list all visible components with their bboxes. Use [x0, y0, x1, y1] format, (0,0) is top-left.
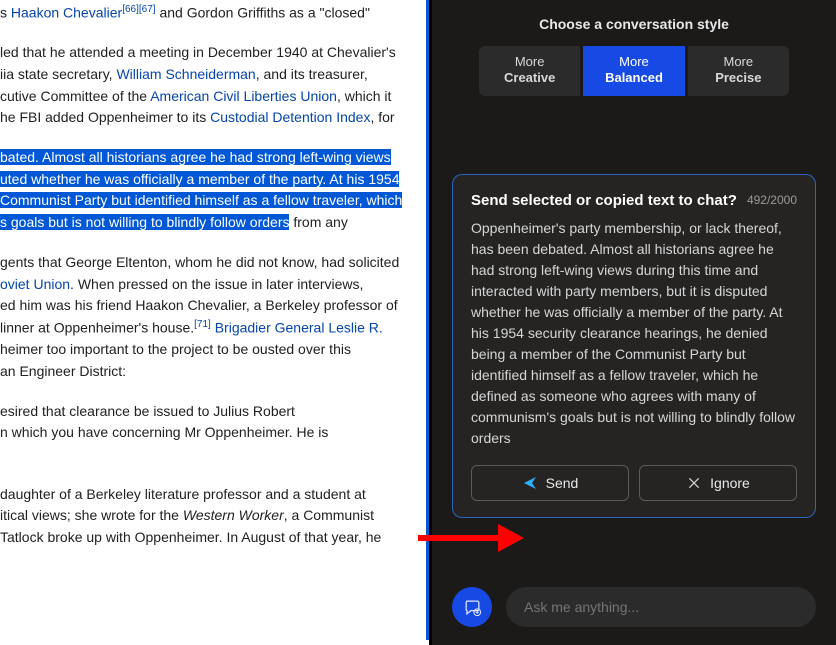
card-title: Send selected or copied text to chat?	[471, 191, 737, 211]
char-count: 492/2000	[747, 193, 797, 207]
link-custodial-detention[interactable]: Custodial Detention Index	[210, 109, 370, 125]
reference-71[interactable]: [71]	[194, 319, 211, 330]
paragraph: daughter of a Berkeley literature profes…	[0, 484, 419, 549]
chat-sidebar: Choose a conversation style More Creativ…	[432, 0, 836, 645]
reference-66[interactable]: [66]	[122, 4, 139, 15]
paragraph-highlighted: bated. Almost all historians agree he ha…	[0, 147, 419, 234]
send-icon	[522, 475, 538, 491]
conversation-style-header: Choose a conversation style	[440, 16, 828, 32]
send-button[interactable]: Send	[471, 465, 629, 501]
style-balanced-button[interactable]: More Balanced	[583, 46, 684, 96]
link-aclu[interactable]: American Civil Liberties Union	[150, 88, 337, 104]
link-soviet-union[interactable]: oviet Union	[0, 276, 70, 292]
link-schneiderman[interactable]: William Schneiderman	[116, 66, 255, 82]
chat-input[interactable]	[506, 587, 816, 627]
send-selection-card: Send selected or copied text to chat? 49…	[452, 174, 816, 519]
new-topic-button[interactable]	[452, 587, 492, 627]
paragraph: gents that George Eltenton, whom he did …	[0, 252, 419, 383]
paragraph: esired that clearance be issued to Juliu…	[0, 401, 419, 444]
article-pane: s Haakon Chevalier[66][67] and Gordon Gr…	[0, 0, 432, 645]
card-body-text: Oppenheimer's party membership, or lack …	[471, 218, 797, 449]
chat-plus-icon	[463, 598, 482, 617]
paragraph: s Haakon Chevalier[66][67] and Gordon Gr…	[0, 2, 419, 24]
style-creative-button[interactable]: More Creative	[479, 46, 580, 96]
scrollbar-thumb[interactable]	[426, 0, 429, 640]
ignore-button[interactable]: Ignore	[639, 465, 797, 501]
link-leslie-groves[interactable]: Brigadier General Leslie R.	[211, 320, 383, 336]
link-haakon-chevalier[interactable]: Haakon Chevalier	[11, 5, 122, 21]
conversation-style-group: More Creative More Balanced More Precise	[479, 46, 789, 96]
paragraph: led that he attended a meeting in Decemb…	[0, 42, 419, 129]
style-precise-button[interactable]: More Precise	[688, 46, 789, 96]
reference-67[interactable]: [67]	[139, 4, 156, 15]
close-icon	[686, 475, 702, 491]
